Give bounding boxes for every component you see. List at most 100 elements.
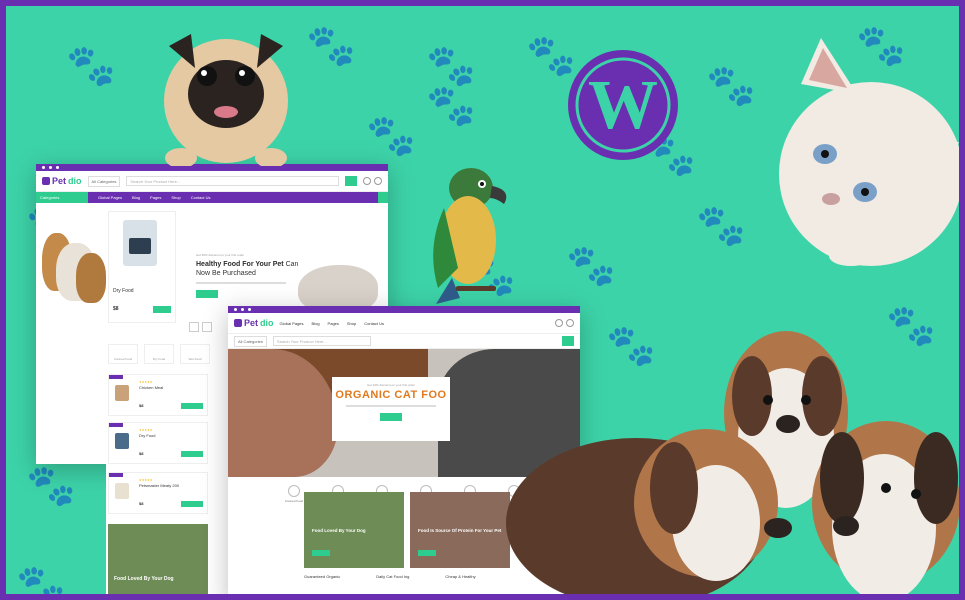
- add-to-cart-button[interactable]: [181, 501, 203, 507]
- product-thumb: [115, 483, 129, 499]
- logo[interactable]: Pet dio: [234, 318, 274, 328]
- nav-item-global-pages[interactable]: Global Pages: [98, 195, 122, 200]
- nav-item-blog[interactable]: Blog: [132, 195, 140, 200]
- shop-now-button[interactable]: [312, 550, 330, 556]
- paw-icon: 🐾: [366, 114, 416, 158]
- logo[interactable]: Pet dio: [42, 176, 82, 186]
- menu-item-pages[interactable]: Pages: [328, 321, 339, 326]
- rating-stars: ★★★★★: [139, 380, 153, 384]
- heart-icon[interactable]: [363, 177, 371, 185]
- hero-card: Get 10% discount on your first order ORG…: [332, 377, 450, 441]
- featured-badge: [109, 375, 123, 379]
- social-icon[interactable]: [56, 166, 59, 169]
- feature-icon: [288, 485, 300, 497]
- list-item[interactable]: ★★★★★ Dry Food $8: [108, 422, 208, 464]
- product-price: $8: [139, 403, 144, 408]
- hero-kicker: Get 50% discount on your first order: [196, 253, 245, 257]
- paw-icon: 🐾: [306, 24, 356, 68]
- info-item: Daily Cat Food Ing: [376, 574, 410, 579]
- rating-stars: ★★★★★: [139, 428, 153, 432]
- info-row: Guaranteed Organic Daily Cat Food Ing Ch…: [304, 574, 476, 579]
- product-card[interactable]: Dry Food $8: [108, 211, 176, 323]
- add-to-cart-button[interactable]: [181, 451, 203, 457]
- paw-icon: [42, 177, 50, 185]
- category-select[interactable]: All Categories: [87, 175, 121, 187]
- hero-description: [196, 281, 286, 284]
- logo-text-pet: Pet: [244, 318, 259, 328]
- search-button[interactable]: [345, 176, 357, 186]
- paw-icon: 🐾: [66, 44, 116, 88]
- main-nav: Categories Global Pages Blog Pages Shop …: [36, 192, 388, 203]
- svg-text:W: W: [588, 67, 658, 144]
- promo-tile[interactable]: Food Is Source Of Protein For Your Pet: [410, 492, 510, 568]
- categories-menu[interactable]: Categories: [36, 192, 88, 203]
- kitten-image: [779, 38, 959, 266]
- topbar: [228, 306, 580, 313]
- cart-icon[interactable]: [374, 177, 382, 185]
- product-name: Dry Food: [113, 288, 134, 294]
- product-thumb: [115, 385, 129, 401]
- next-arrow-icon[interactable]: [202, 322, 212, 332]
- menu-item-global-pages[interactable]: Global Pages: [280, 321, 304, 326]
- paw-icon: 🐾: [696, 204, 746, 248]
- social-icon[interactable]: [248, 308, 251, 311]
- promo-tile[interactable]: Food Loved By Your Dog: [304, 492, 404, 568]
- search-input[interactable]: Search Your Product Here...: [126, 176, 339, 186]
- shop-now-button[interactable]: [380, 413, 402, 421]
- paw-icon: 🐾: [16, 564, 66, 600]
- rating-stars: ★★★★★: [139, 478, 153, 482]
- puppies-image: [506, 331, 959, 594]
- add-to-cart-button[interactable]: [153, 306, 171, 313]
- pug-image: [164, 34, 288, 166]
- hero-description: [346, 405, 436, 407]
- parrot-image: [433, 168, 507, 304]
- nav-end-button[interactable]: [378, 192, 388, 203]
- promo-text: Food Loved By Your Dog: [114, 576, 174, 582]
- promo-text: Food Loved By Your Dog: [312, 528, 366, 533]
- featured-badge: [109, 473, 123, 477]
- nav-item-shop[interactable]: Shop: [171, 195, 180, 200]
- promo-tile[interactable]: Food Loved By Your Dog: [108, 524, 208, 594]
- nav-item-contact[interactable]: Contact Us: [191, 195, 211, 200]
- menu-item-contact[interactable]: Contact Us: [364, 321, 384, 326]
- paw-icon: 🐾: [706, 64, 756, 108]
- social-icon[interactable]: [49, 166, 52, 169]
- hero-title: Healthy Food For Your Pet Can Now Be Pur…: [196, 260, 306, 279]
- logo-text-dio: dio: [260, 318, 274, 328]
- featured-badge: [109, 423, 123, 427]
- paw-icon: [234, 319, 242, 327]
- menu-item-shop[interactable]: Shop: [347, 321, 356, 326]
- list-item[interactable]: ★★★★★ Chicken Meal $8: [108, 374, 208, 416]
- social-icon[interactable]: [234, 308, 237, 311]
- info-item: Guaranteed Organic: [304, 574, 341, 579]
- feature-row: Canned Food Dry Food Wet Food: [108, 344, 210, 364]
- add-to-cart-button[interactable]: [181, 403, 203, 409]
- paw-icon: 🐾: [426, 84, 476, 128]
- feature-item[interactable]: Wet Food: [180, 344, 210, 364]
- product-price: $8: [139, 451, 144, 456]
- feature-item[interactable]: Dry Food: [144, 344, 174, 364]
- social-icon[interactable]: [42, 166, 45, 169]
- shop-now-button[interactable]: [196, 289, 218, 298]
- social-icon[interactable]: [241, 308, 244, 311]
- logo-text-dio: dio: [68, 176, 82, 186]
- wordpress-icon: W: [568, 50, 678, 160]
- product-price: $8: [139, 501, 144, 506]
- hero-text: Get 50% discount on your first order Hea…: [196, 253, 306, 298]
- menu-item-blog[interactable]: Blog: [312, 321, 320, 326]
- search-input[interactable]: Search Your Product Here...: [272, 336, 371, 346]
- feature-item[interactable]: Canned Food: [108, 344, 138, 364]
- product-name: Petsmaster Meaty 200: [139, 483, 180, 488]
- website-preview-back-lower: ★★★★★ Petsmaster Meaty 200 $8 Food Loved…: [106, 464, 228, 594]
- hero-title: ORGANIC CAT FOO: [335, 389, 447, 401]
- main-menu: Global Pages Blog Pages Shop Contact Us: [280, 321, 385, 326]
- shop-now-button[interactable]: [418, 550, 436, 556]
- product-thumb: [115, 433, 129, 449]
- site-header: Pet dio All Categories Search Your Produc…: [36, 171, 388, 192]
- product-name: Dry Food: [139, 433, 156, 438]
- category-select[interactable]: All Categories: [234, 335, 267, 347]
- nav-item-pages[interactable]: Pages: [150, 195, 161, 200]
- list-item[interactable]: ★★★★★ Petsmaster Meaty 200 $8: [108, 472, 208, 514]
- hero-title-bold: Healthy Food For Your Pet: [196, 261, 284, 268]
- prev-arrow-icon[interactable]: [189, 322, 199, 332]
